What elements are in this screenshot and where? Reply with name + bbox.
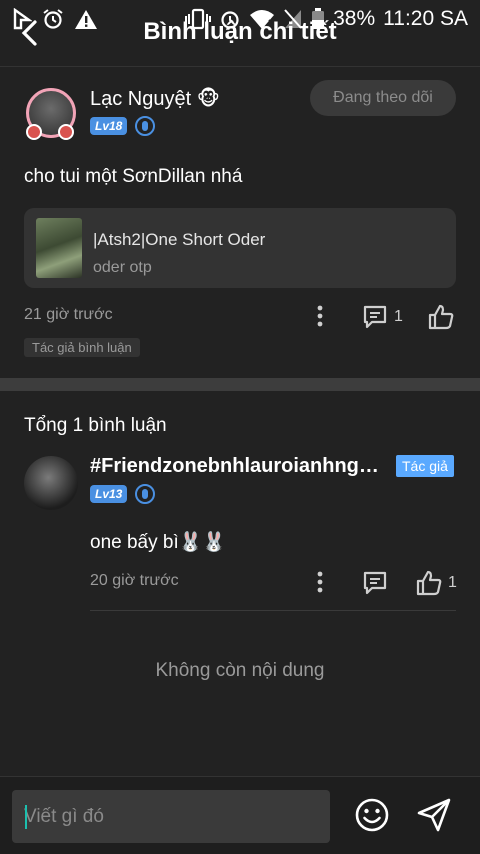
reply-like-button[interactable]: 1 xyxy=(416,570,457,596)
follow-button[interactable]: Đang theo dõi xyxy=(310,80,456,116)
reply-button[interactable]: 1 xyxy=(362,304,403,330)
reply-avatar[interactable] xyxy=(24,456,78,510)
thumbs-up-icon xyxy=(428,304,454,330)
replies-total: Tổng 1 bình luận xyxy=(24,415,167,436)
comment-time: 21 giờ trước xyxy=(24,306,113,323)
like-button[interactable] xyxy=(428,304,454,335)
comment-input-bar xyxy=(0,776,480,854)
page-title: Bình luận chi tiết xyxy=(143,18,337,45)
section-divider xyxy=(0,378,480,391)
back-button[interactable] xyxy=(14,18,44,48)
comment-input-box[interactable] xyxy=(12,790,330,843)
reply-like-count: 1 xyxy=(448,574,457,591)
comment-icon xyxy=(363,305,387,329)
chevron-left-icon xyxy=(21,20,37,46)
reply-count: 1 xyxy=(394,308,403,325)
reply-user-badges: Lv13 xyxy=(90,484,156,504)
reply-username[interactable]: #Friendzonebnhlauroianhnghi... xyxy=(90,455,388,478)
avatar-frame-decoration xyxy=(58,124,74,140)
story-title: |Atsh2|One Short Oder xyxy=(93,230,266,249)
username[interactable]: Lạc Nguyệt 🐵 xyxy=(90,86,220,111)
emoji-button[interactable] xyxy=(354,797,390,833)
send-icon xyxy=(417,798,451,832)
smiley-icon xyxy=(355,798,389,832)
reply-text: one bấy bì🐰🐰 xyxy=(90,532,227,553)
reply-level-badge: Lv13 xyxy=(90,485,128,503)
reply-more-options-button[interactable] xyxy=(310,570,330,594)
avatar[interactable] xyxy=(24,82,80,142)
story-thumbnail xyxy=(36,218,82,278)
linked-story-card[interactable]: |Atsh2|One Short Oder oder otp xyxy=(24,208,456,288)
reply-to-reply-button[interactable] xyxy=(362,570,388,601)
comment-author-tag: Tác giả bình luận xyxy=(24,338,140,357)
author-badge: Tác giả xyxy=(396,455,454,477)
end-of-content: Không còn nội dung xyxy=(155,660,325,681)
story-subtitle: oder otp xyxy=(93,259,152,276)
text-cursor xyxy=(25,805,27,829)
comment-text: cho tui một SơnDillan nhá xyxy=(24,166,243,187)
more-vertical-icon xyxy=(317,305,323,327)
more-vertical-icon xyxy=(317,571,323,593)
thumbs-up-icon xyxy=(416,570,442,596)
reply-time: 20 giờ trước xyxy=(90,572,179,589)
header-divider xyxy=(0,66,480,67)
more-options-button[interactable] xyxy=(310,304,330,328)
level-badge: Lv18 xyxy=(90,117,128,135)
send-button[interactable] xyxy=(416,797,452,833)
comment-input[interactable] xyxy=(12,790,330,843)
avatar-frame-decoration xyxy=(26,124,42,140)
reply-meta: 20 giờ trước 1 xyxy=(90,570,457,596)
header: Bình luận chi tiết xyxy=(0,12,480,52)
comment-meta: 21 giờ trước 1 xyxy=(24,304,456,330)
verified-badge-icon xyxy=(135,484,156,504)
reply-divider xyxy=(90,610,456,611)
comment-icon xyxy=(363,571,387,595)
user-badges: Lv18 xyxy=(90,116,156,136)
verified-badge-icon xyxy=(135,116,156,136)
